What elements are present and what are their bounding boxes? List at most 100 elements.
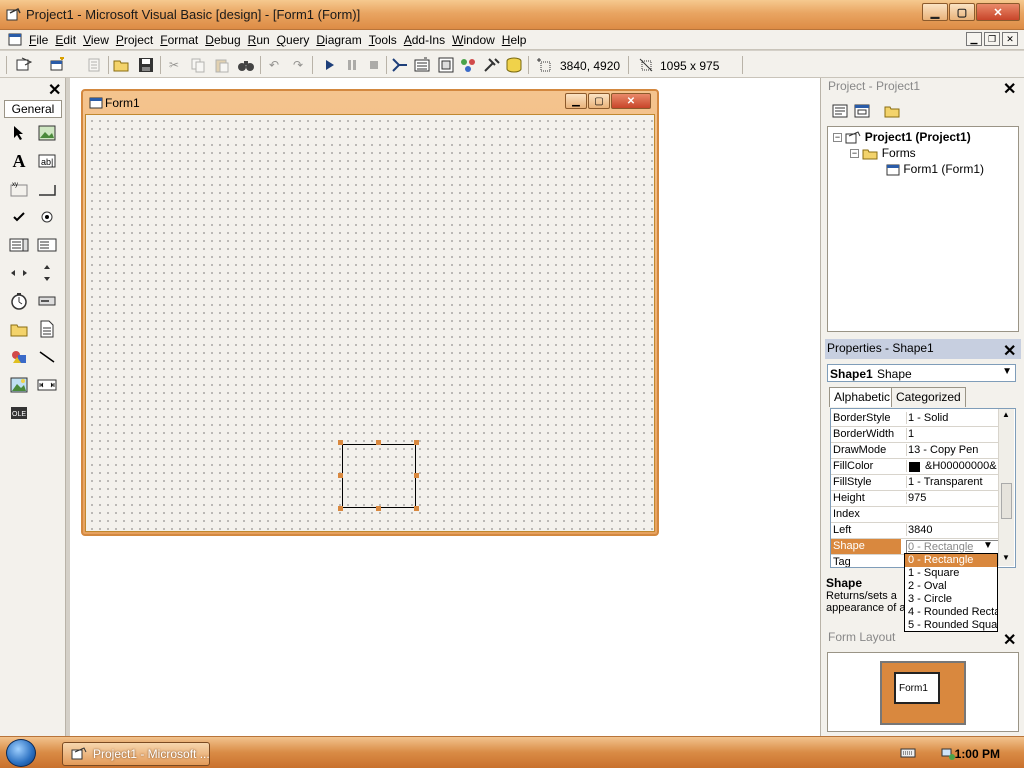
toolbox-icon[interactable]: [482, 55, 502, 75]
data-view-icon[interactable]: [504, 55, 524, 75]
mdi-close-button[interactable]: ✕: [1002, 32, 1018, 46]
keyboard-icon[interactable]: [900, 747, 916, 759]
view-object-icon[interactable]: [852, 101, 872, 121]
optionbutton-tool-icon[interactable]: [36, 206, 58, 228]
resize-handle[interactable]: [338, 473, 343, 478]
property-row[interactable]: DrawMode 13 - Copy Pen: [831, 443, 1001, 459]
undo-icon[interactable]: ↶: [264, 55, 284, 75]
menu-format[interactable]: Format: [159, 32, 204, 47]
shape-option[interactable]: 4 - Rounded Rectangle: [905, 606, 997, 619]
label-tool-icon[interactable]: A: [8, 150, 30, 172]
mdi-minimize-button[interactable]: ▁: [966, 32, 982, 46]
combobox-tool-icon[interactable]: [8, 234, 30, 256]
scroll-thumb[interactable]: [1001, 483, 1012, 519]
form1-preview[interactable]: Form1: [894, 672, 940, 704]
drivelistbox-tool-icon[interactable]: [36, 290, 58, 312]
property-row[interactable]: BorderWidth 1: [831, 427, 1001, 443]
dirlistbox-tool-icon[interactable]: [8, 318, 30, 340]
menu-window[interactable]: Window: [451, 32, 501, 47]
object-combo[interactable]: Shape1 Shape ▼: [827, 364, 1016, 382]
redo-icon[interactable]: ↷: [288, 55, 308, 75]
toolbox-tab-general[interactable]: General: [4, 100, 62, 118]
shape-option[interactable]: 0 - Rectangle: [905, 554, 997, 567]
toolbar-grip[interactable]: [6, 56, 7, 74]
tab-categorized[interactable]: Categorized: [891, 387, 966, 407]
form-maximize-button[interactable]: ▢: [588, 93, 610, 109]
form-client-area[interactable]: [85, 114, 655, 532]
property-row[interactable]: Index: [831, 507, 1001, 523]
property-row[interactable]: FillColor &H00000000&: [831, 459, 1001, 475]
menu-diagram[interactable]: Diagram: [315, 32, 367, 47]
property-grid-scrollbar[interactable]: ▲ ▼: [998, 409, 1014, 566]
chevron-down-icon[interactable]: ▼: [983, 540, 993, 551]
properties-window-icon[interactable]: [412, 55, 432, 75]
ole-tool-icon[interactable]: OLE: [8, 402, 30, 424]
property-row[interactable]: BorderStyle 1 - Solid: [831, 411, 1001, 427]
start-button[interactable]: [6, 739, 36, 767]
resize-handle[interactable]: [338, 506, 343, 511]
form-designer-window[interactable]: Form1 ▁ ▢ ✕: [81, 89, 659, 536]
menu-file[interactable]: File: [28, 32, 54, 47]
form-minimize-button[interactable]: ▁: [565, 93, 587, 109]
properties-close-button[interactable]: ✕: [1003, 341, 1016, 361]
menu-add-ins[interactable]: Add-Ins: [403, 32, 451, 47]
title-bar[interactable]: Project1 - Microsoft Visual Basic [desig…: [0, 0, 1024, 30]
resize-handle[interactable]: [414, 440, 419, 445]
checkbox-tool-icon[interactable]: [8, 206, 30, 228]
menu-help[interactable]: Help: [501, 32, 533, 47]
property-row[interactable]: Left 3840: [831, 523, 1001, 539]
tree-node-forms[interactable]: − Forms: [850, 146, 916, 160]
textbox-tool-icon[interactable]: ab|: [36, 150, 58, 172]
view-code-icon[interactable]: [830, 101, 850, 121]
listbox-tool-icon[interactable]: [36, 234, 58, 256]
menu-editor-icon[interactable]: [84, 55, 104, 75]
form-close-button[interactable]: ✕: [611, 93, 651, 109]
cut-icon[interactable]: ✂: [164, 55, 184, 75]
menu-debug[interactable]: Debug: [204, 32, 246, 47]
hscrollbar-tool-icon[interactable]: [8, 262, 30, 284]
resize-handle[interactable]: [376, 440, 381, 445]
menu-project[interactable]: Project: [115, 32, 159, 47]
tree-node-project[interactable]: − Project1 (Project1): [833, 130, 971, 145]
shape1-control[interactable]: [342, 444, 416, 508]
pointer-tool-icon[interactable]: [8, 122, 30, 144]
open-project-icon[interactable]: [112, 55, 132, 75]
form-layout-close-button[interactable]: ✕: [1003, 630, 1016, 650]
scroll-up-icon[interactable]: ▲: [1002, 410, 1010, 419]
resize-handle[interactable]: [376, 506, 381, 511]
tab-alphabetic[interactable]: Alphabetic: [829, 387, 896, 407]
tree-node-form1[interactable]: Form1 (Form1): [886, 162, 984, 176]
menu-tools[interactable]: Tools: [368, 32, 403, 47]
vscrollbar-tool-icon[interactable]: [36, 262, 58, 284]
toggle-folders-icon[interactable]: [882, 101, 902, 121]
commandbutton-tool-icon[interactable]: [36, 178, 58, 200]
paste-icon[interactable]: [212, 55, 232, 75]
menu-run[interactable]: Run: [247, 32, 276, 47]
shape-option[interactable]: 1 - Square: [905, 567, 997, 580]
minimize-button[interactable]: ▁: [922, 3, 948, 21]
copy-icon[interactable]: [188, 55, 208, 75]
menu-view[interactable]: View: [82, 32, 115, 47]
picturebox-tool-icon[interactable]: [36, 122, 58, 144]
start-icon[interactable]: [320, 55, 340, 75]
add-project-icon[interactable]: [14, 55, 34, 75]
taskbar-item-vb[interactable]: Project1 - Microsoft ...: [62, 742, 210, 766]
timer-tool-icon[interactable]: [8, 290, 30, 312]
end-icon[interactable]: [364, 55, 384, 75]
close-button[interactable]: ✕: [976, 3, 1020, 21]
data-tool-icon[interactable]: [36, 374, 58, 396]
shape-tool-icon[interactable]: [8, 346, 30, 368]
collapse-icon[interactable]: −: [850, 149, 859, 159]
shape-option[interactable]: 3 - Circle: [905, 593, 997, 606]
resize-handle[interactable]: [338, 440, 343, 445]
shape-option[interactable]: 5 - Rounded Square: [905, 619, 997, 632]
network-icon[interactable]: [940, 745, 956, 761]
maximize-button[interactable]: ▢: [949, 3, 975, 21]
chevron-down-icon[interactable]: ▼: [1002, 366, 1012, 377]
menu-query[interactable]: Query: [276, 32, 316, 47]
frame-tool-icon[interactable]: xy: [8, 178, 30, 200]
add-form-icon[interactable]: [48, 55, 68, 75]
menu-edit[interactable]: Edit: [54, 32, 82, 47]
resize-handle[interactable]: [414, 506, 419, 511]
mdi-restore-button[interactable]: ❐: [984, 32, 1000, 46]
